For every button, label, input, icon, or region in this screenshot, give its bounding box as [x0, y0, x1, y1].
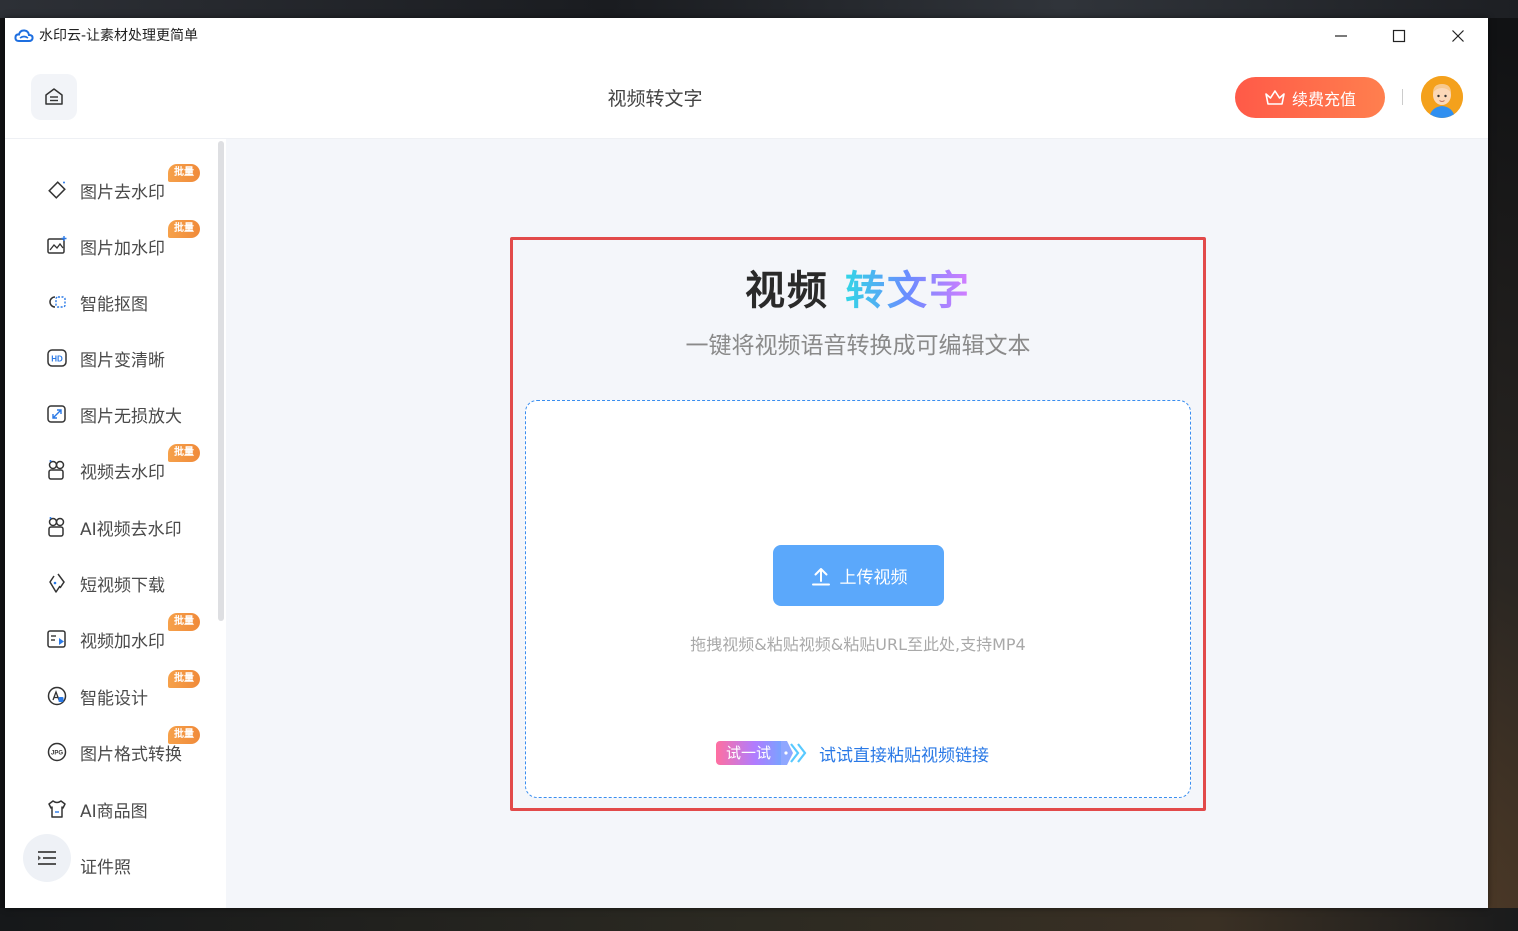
- image-add-icon: [45, 234, 69, 258]
- sidebar-item-label: 短视频下载: [80, 575, 165, 596]
- sidebar-item-label: 证件照: [80, 857, 131, 878]
- cloud-logo-icon: [14, 27, 34, 45]
- app-window: 水印云-让素材处理更简单 视频转文字 续费充值 图片去水印 批量 图片加水印 批…: [5, 18, 1488, 908]
- batch-badge: 批量: [168, 164, 200, 182]
- ai-video-erase-icon: [45, 515, 69, 539]
- renew-recharge-button[interactable]: 续费充值: [1235, 77, 1385, 118]
- sidebar-item-label: 视频去水印: [80, 462, 165, 483]
- video-erase-icon: [45, 458, 69, 482]
- sidebar-item-image-sharpen[interactable]: HD 图片变清晰: [45, 338, 215, 378]
- renew-recharge-label: 续费充值: [1291, 89, 1356, 109]
- sidebar-item-image-remove-watermark[interactable]: 图片去水印 批量: [45, 164, 215, 210]
- menu-collapse-icon: [38, 851, 56, 865]
- hero-subtitle: 一键将视频语音转换成可编辑文本: [685, 333, 1031, 359]
- video-drop-zone[interactable]: 上传视频 拖拽视频&粘贴视频&粘贴URL至此处,支持MP4 试一试 试试直接粘贴…: [525, 400, 1191, 798]
- user-avatar[interactable]: [1421, 76, 1463, 118]
- batch-badge: 批量: [168, 220, 200, 238]
- close-icon: [1452, 30, 1464, 42]
- upload-video-label: 上传视频: [839, 568, 908, 588]
- sidebar-item-label: 图片加水印: [80, 238, 165, 259]
- sidebar-item-video-remove-watermark[interactable]: 视频去水印 批量: [45, 444, 215, 490]
- enlarge-icon: [45, 402, 69, 426]
- title-bar[interactable]: 水印云-让素材处理更简单: [5, 18, 1488, 54]
- link-download-icon: [45, 571, 69, 595]
- sidebar-item-image-format-convert[interactable]: JPG 图片格式转换 批量: [45, 726, 215, 772]
- paste-video-link[interactable]: 试试直接粘贴视频链接: [819, 741, 989, 766]
- sidebar-item-ai-video-remove-watermark[interactable]: AI视频去水印: [45, 507, 215, 547]
- desktop-background-top: [0, 0, 1518, 18]
- upload-icon: [811, 567, 830, 585]
- video-to-text-panel: 视频 转文字 一键将视频语音转换成可编辑文本 上传视频 拖拽视频&粘贴视频&粘贴…: [510, 237, 1206, 811]
- maximize-button[interactable]: [1370, 18, 1428, 54]
- avatar-icon: [1421, 76, 1463, 118]
- crown-icon: [1265, 89, 1285, 105]
- home-button[interactable]: [31, 74, 77, 120]
- try-badge: 试一试: [716, 741, 782, 765]
- minimize-button[interactable]: [1312, 18, 1370, 54]
- app-header: 视频转文字 续费充值: [5, 54, 1488, 139]
- batch-badge: 批量: [168, 670, 200, 688]
- sidebar-item-label: 图片去水印: [80, 182, 165, 203]
- sidebar-item-image-add-watermark[interactable]: 图片加水印 批量: [45, 220, 215, 266]
- maximize-icon: [1392, 29, 1406, 43]
- sidebar-item-id-photo[interactable]: 证件照: [45, 845, 215, 885]
- eraser-icon: [45, 178, 69, 202]
- sidebar-item-image-lossless-enlarge[interactable]: 图片无损放大: [45, 394, 215, 434]
- svg-text:HD: HD: [51, 355, 63, 364]
- sidebar-item-label: AI商品图: [80, 801, 148, 822]
- svg-text:JPG: JPG: [51, 751, 63, 757]
- hero-title-part1: 视频: [745, 268, 830, 314]
- format-convert-icon: JPG: [45, 740, 69, 764]
- sidebar-scrollbar[interactable]: [218, 141, 224, 621]
- sidebar-item-label: 图片格式转换: [80, 744, 182, 765]
- drop-hint: 拖拽视频&粘贴视频&粘贴URL至此处,支持MP4: [690, 635, 1026, 654]
- hero-title-part2: 转文字: [844, 268, 971, 314]
- sidebar-item-smart-cutout[interactable]: 智能抠图: [45, 282, 215, 322]
- video-add-icon: [45, 627, 69, 651]
- shirt-icon: [45, 797, 69, 821]
- sidebar-item-ai-product-image[interactable]: AI商品图: [45, 789, 215, 829]
- sidebar-item-label: AI视频去水印: [80, 519, 182, 540]
- chevrons-right-icon: [781, 741, 809, 765]
- upload-video-button[interactable]: 上传视频: [773, 545, 944, 606]
- hero-title: 视频 转文字: [513, 258, 1203, 316]
- sidebar-item-label: 智能抠图: [80, 294, 148, 315]
- batch-badge: 批量: [168, 726, 200, 744]
- hd-icon: HD: [45, 346, 69, 370]
- window-title: 水印云-让素材处理更简单: [39, 28, 199, 44]
- sidebar-item-video-add-watermark[interactable]: 视频加水印 批量: [45, 613, 215, 659]
- home-icon: [45, 88, 63, 105]
- collapse-sidebar-button[interactable]: [23, 834, 71, 882]
- batch-badge: 批量: [168, 444, 200, 462]
- sidebar-item-label: 视频加水印: [80, 631, 165, 652]
- page-title: 视频转文字: [607, 88, 703, 110]
- sidebar-item-short-video-download[interactable]: 短视频下载: [45, 563, 215, 603]
- sidebar-item-label: 图片变清晰: [80, 350, 165, 371]
- minimize-icon: [1335, 35, 1347, 37]
- sidebar-item-smart-design[interactable]: 智能设计 批量: [45, 670, 215, 716]
- sidebar-item-label: 智能设计: [80, 688, 148, 709]
- header-divider: [1402, 89, 1403, 105]
- desktop-background-bottom: [0, 908, 1518, 931]
- cutout-icon: [45, 290, 69, 314]
- batch-badge: 批量: [168, 613, 200, 631]
- main-content: 视频 转文字 一键将视频语音转换成可编辑文本 上传视频 拖拽视频&粘贴视频&粘贴…: [226, 139, 1488, 908]
- try-paste-link[interactable]: 试一试 试试直接粘贴视频链接: [716, 739, 989, 767]
- close-button[interactable]: [1429, 18, 1487, 54]
- sidebar: 图片去水印 批量 图片加水印 批量 智能抠图 HD 图片变清晰 图片无损放大 视…: [5, 139, 226, 908]
- design-icon: [45, 684, 69, 708]
- sidebar-item-label: 图片无损放大: [80, 406, 182, 427]
